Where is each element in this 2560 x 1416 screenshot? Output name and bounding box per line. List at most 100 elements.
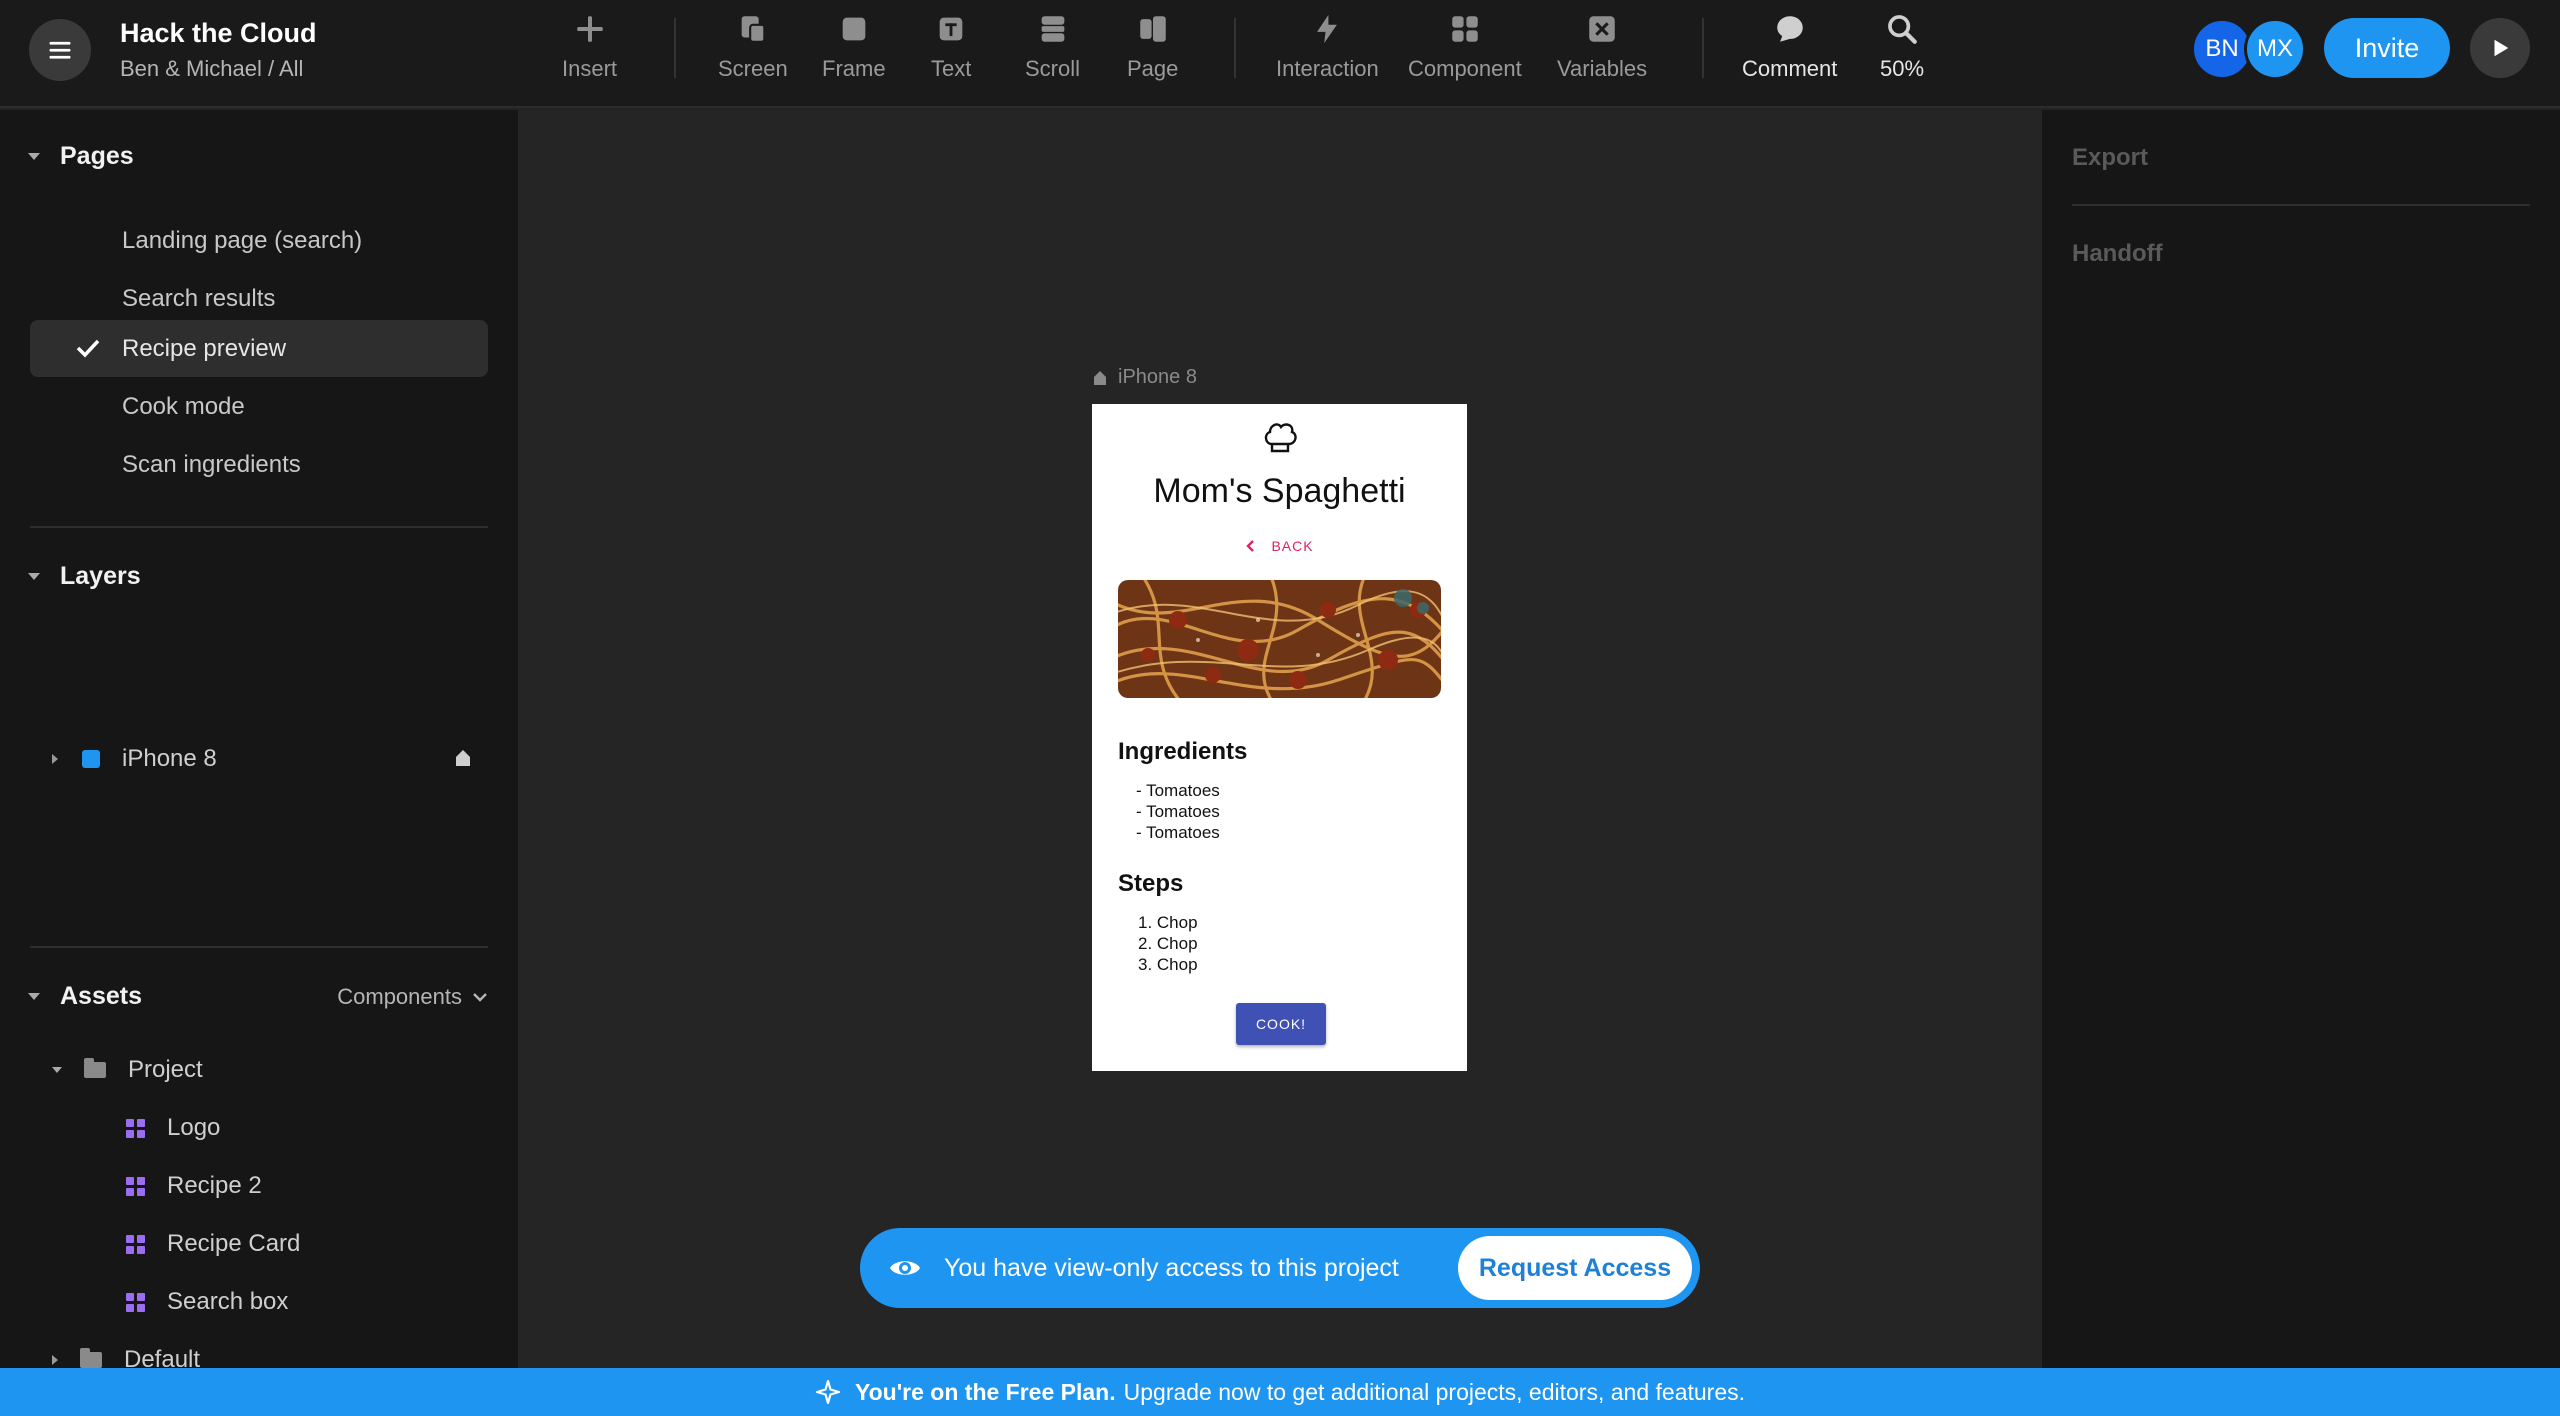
pages-heading: Pages <box>60 142 134 170</box>
asset-item-logo[interactable]: Logo <box>126 1114 220 1142</box>
checkmark-icon <box>76 339 100 358</box>
lock-icon[interactable] <box>454 748 472 768</box>
page-item-recipe-preview[interactable]: Recipe preview <box>30 320 488 377</box>
caret-down-icon <box>28 573 40 580</box>
asset-label: Recipe 2 <box>167 1172 262 1199</box>
insert-label: Insert <box>562 56 618 81</box>
screen-label: Screen <box>718 56 788 81</box>
asset-item-recipe-2[interactable]: Recipe 2 <box>126 1172 262 1200</box>
left-sidebar: Pages Landing page (search) Search resul… <box>0 110 518 1368</box>
insert-tool[interactable]: Insert <box>562 10 617 90</box>
back-button[interactable]: BACK <box>1092 538 1467 554</box>
layers-section-toggle[interactable]: Layers <box>28 562 141 591</box>
zoom-control[interactable]: 50% <box>1880 10 1924 90</box>
request-access-button[interactable]: Request Access <box>1458 1236 1692 1300</box>
component-icon <box>126 1234 145 1254</box>
page-item-scan-ingredients[interactable]: Scan ingredients <box>30 436 488 493</box>
list-item: 2. Chop <box>1138 934 1198 953</box>
right-panel: Export Handoff <box>2042 110 2560 1368</box>
asset-folder-default[interactable]: Default <box>52 1346 200 1368</box>
layers-heading: Layers <box>60 562 141 590</box>
free-plan-title: You're on the Free Plan. <box>854 1378 1116 1405</box>
ingredients-heading: Ingredients <box>1118 738 1248 765</box>
page-item-label: Recipe preview <box>122 334 287 362</box>
comment-tool[interactable]: Comment <box>1742 10 1837 90</box>
pages-section-toggle[interactable]: Pages <box>28 142 134 171</box>
screen-icon <box>741 16 766 43</box>
assets-filter-label: Components <box>337 984 462 1009</box>
screen-tool[interactable]: Screen <box>718 10 788 90</box>
asset-item-recipe-card[interactable]: Recipe Card <box>126 1230 300 1258</box>
recipe-title: Mom's Spaghetti <box>1153 472 1406 510</box>
frame-icon <box>842 17 866 41</box>
chef-hat-icon <box>1264 423 1297 453</box>
top-toolbar: Hack the Cloud Ben & Michael / All Inser… <box>0 0 2560 108</box>
folder-icon <box>84 1058 106 1078</box>
preview-play-button[interactable] <box>2470 18 2530 78</box>
component-icon <box>126 1176 145 1196</box>
iphone-frame[interactable]: Mom's Spaghetti BACK Ingredients - Tomat… <box>1092 404 1467 1071</box>
invite-button[interactable]: Invite <box>2324 18 2450 78</box>
sparkle-icon <box>815 1379 841 1405</box>
section-divider <box>30 946 488 948</box>
caret-down-icon <box>52 1067 62 1073</box>
asset-label: Recipe Card <box>167 1230 301 1257</box>
asset-item-search-box[interactable]: Search box <box>126 1288 288 1316</box>
view-only-notice: You have view-only access to this projec… <box>860 1228 1700 1308</box>
variables-label: Variables <box>1557 56 1648 81</box>
chevron-left-icon <box>1246 540 1255 552</box>
text-tool[interactable]: Text <box>931 10 971 90</box>
frame-name: iPhone 8 <box>1118 366 1197 388</box>
cook-button[interactable]: COOK! <box>1236 1003 1326 1045</box>
app-window: Hack the Cloud Ben & Michael / All Inser… <box>0 0 2560 1416</box>
free-plan-banner[interactable]: You're on the Free Plan. Upgrade now to … <box>0 1368 2560 1416</box>
page-item-cook-mode[interactable]: Cook mode <box>30 378 488 435</box>
assets-section-toggle[interactable]: Assets <box>28 982 142 1011</box>
spaghetti-photo <box>1118 580 1441 698</box>
variables-tool[interactable]: Variables <box>1557 10 1647 90</box>
project-title[interactable]: Hack the Cloud <box>120 18 317 49</box>
caret-down-icon <box>28 153 40 160</box>
frame-color-icon <box>82 749 100 768</box>
steps-heading: Steps <box>1118 870 1184 897</box>
handoff-tab[interactable]: Handoff <box>2072 240 2163 268</box>
layer-iphone-8[interactable]: iPhone 8 <box>30 730 488 787</box>
toolbar-divider <box>1702 18 1704 78</box>
list-item: - Tomatoes <box>1136 823 1220 842</box>
page-item-search-results[interactable]: Search results <box>30 270 488 327</box>
steps-list: 1. Chop 2. Chop 3. Chop <box>1138 912 1198 975</box>
page-tool[interactable]: Page <box>1127 10 1178 90</box>
export-tab[interactable]: Export <box>2072 144 2148 172</box>
zoom-level: 50% <box>1880 56 1925 81</box>
variables-icon <box>1589 16 1615 42</box>
folder-icon <box>80 1348 102 1368</box>
main-menu-button[interactable] <box>29 19 91 81</box>
assets-filter-dropdown[interactable]: Components <box>337 984 488 1010</box>
comment-icon <box>1776 16 1803 42</box>
project-breadcrumb[interactable]: Ben & Michael / All <box>120 56 303 82</box>
page-item-landing[interactable]: Landing page (search) <box>30 212 488 269</box>
frame-name-label[interactable]: iPhone 8 <box>1092 366 1197 389</box>
component-tool[interactable]: Component <box>1408 10 1522 90</box>
layer-label: iPhone 8 <box>122 744 217 772</box>
toolbar-divider <box>1234 18 1236 78</box>
section-divider <box>2072 204 2530 206</box>
list-item: 1. Chop <box>1138 913 1198 932</box>
caret-right-icon[interactable] <box>52 753 58 764</box>
frame-tool[interactable]: Frame <box>822 10 886 90</box>
avatar-mx[interactable]: MX <box>2244 18 2306 80</box>
list-item: - Tomatoes <box>1136 802 1220 821</box>
play-icon <box>2494 39 2509 57</box>
caret-down-icon <box>28 993 40 1000</box>
interaction-tool[interactable]: Interaction <box>1276 10 1379 90</box>
notice-message: You have view-only access to this projec… <box>944 1253 1399 1282</box>
asset-label: Search box <box>167 1288 289 1315</box>
folder-label: Default <box>124 1346 201 1368</box>
folder-label: Project <box>128 1056 203 1083</box>
component-icon <box>126 1292 145 1312</box>
eye-icon <box>890 1261 920 1275</box>
asset-folder-project[interactable]: Project <box>52 1056 203 1084</box>
scroll-tool[interactable]: Scroll <box>1025 10 1080 90</box>
lightning-icon <box>1317 14 1338 44</box>
caret-right-icon <box>52 1355 58 1365</box>
